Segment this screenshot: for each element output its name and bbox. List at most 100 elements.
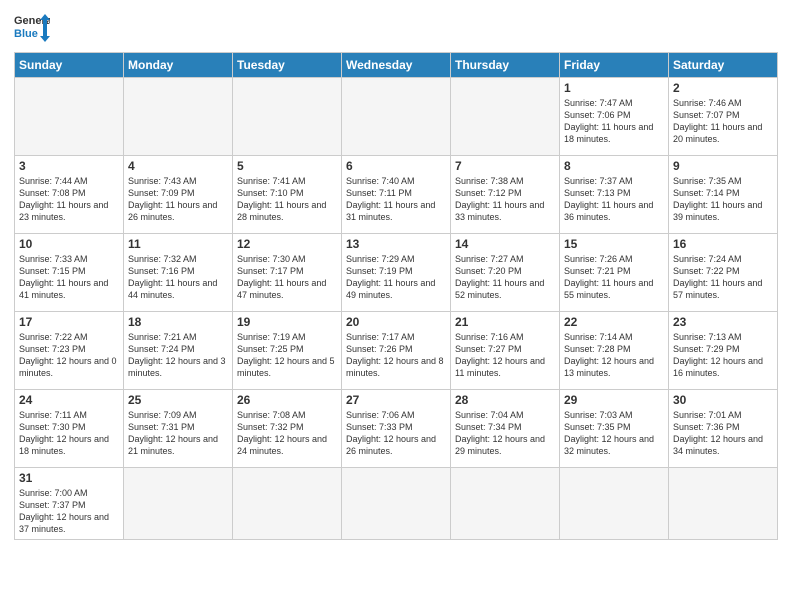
calendar-cell <box>233 78 342 156</box>
day-number: 6 <box>346 159 446 173</box>
col-header-tuesday: Tuesday <box>233 53 342 78</box>
calendar-cell <box>342 78 451 156</box>
calendar-cell: 28Sunrise: 7:04 AM Sunset: 7:34 PM Dayli… <box>451 390 560 468</box>
calendar-cell: 6 Sunrise: 7:40 AM Sunset: 7:11 PM Daylig… <box>342 156 451 234</box>
day-number: 7 <box>455 159 555 173</box>
calendar-cell <box>451 468 560 540</box>
day-info: Sunrise: 7:37 AM Sunset: 7:13 PM Dayligh… <box>564 175 664 224</box>
calendar-cell <box>124 468 233 540</box>
calendar-cell: 11Sunrise: 7:32 AM Sunset: 7:16 PM Dayli… <box>124 234 233 312</box>
calendar-cell: 2 Sunrise: 7:46 AM Sunset: 7:07 PM Daylig… <box>669 78 778 156</box>
day-info: Sunrise: 7:06 AM Sunset: 7:33 PM Dayligh… <box>346 409 446 458</box>
day-info: Sunrise: 7:21 AM Sunset: 7:24 PM Dayligh… <box>128 331 228 380</box>
day-info: Sunrise: 7:47 AM Sunset: 7:06 PM Dayligh… <box>564 97 664 146</box>
day-number: 30 <box>673 393 773 407</box>
day-info: Sunrise: 7:22 AM Sunset: 7:23 PM Dayligh… <box>19 331 119 380</box>
logo-icon: General Blue <box>14 10 50 46</box>
calendar-cell: 26 Sunrise: 7:08 AM Sunset: 7:32 PM Dayli… <box>233 390 342 468</box>
calendar-cell: 27 Sunrise: 7:06 AM Sunset: 7:33 PM Dayli… <box>342 390 451 468</box>
day-number: 16 <box>673 237 773 251</box>
calendar-cell <box>342 468 451 540</box>
calendar-cell: 3 Sunrise: 7:44 AM Sunset: 7:08 PM Daylig… <box>15 156 124 234</box>
day-info: Sunrise: 7:27 AM Sunset: 7:20 PM Dayligh… <box>455 253 555 302</box>
day-number: 19 <box>237 315 337 329</box>
day-info: Sunrise: 7:11 AM Sunset: 7:30 PM Dayligh… <box>19 409 119 458</box>
calendar-cell: 16 Sunrise: 7:24 AM Sunset: 7:22 PM Dayli… <box>669 234 778 312</box>
day-info: Sunrise: 7:46 AM Sunset: 7:07 PM Dayligh… <box>673 97 773 146</box>
day-number: 3 <box>19 159 119 173</box>
calendar-cell: 15Sunrise: 7:26 AM Sunset: 7:21 PM Dayli… <box>560 234 669 312</box>
col-header-monday: Monday <box>124 53 233 78</box>
day-info: Sunrise: 7:35 AM Sunset: 7:14 PM Dayligh… <box>673 175 773 224</box>
calendar-cell: 1Sunrise: 7:47 AM Sunset: 7:06 PM Daylig… <box>560 78 669 156</box>
calendar-cell: 21Sunrise: 7:16 AM Sunset: 7:27 PM Dayli… <box>451 312 560 390</box>
day-info: Sunrise: 7:08 AM Sunset: 7:32 PM Dayligh… <box>237 409 337 458</box>
calendar-cell: 20 Sunrise: 7:17 AM Sunset: 7:26 PM Dayli… <box>342 312 451 390</box>
calendar-cell: 4 Sunrise: 7:43 AM Sunset: 7:09 PM Daylig… <box>124 156 233 234</box>
calendar-cell: 5Sunrise: 7:41 AM Sunset: 7:10 PM Daylig… <box>233 156 342 234</box>
day-number: 27 <box>346 393 446 407</box>
header: General Blue <box>14 10 778 46</box>
logo: General Blue <box>14 10 50 46</box>
calendar-cell: 12Sunrise: 7:30 AM Sunset: 7:17 PM Dayli… <box>233 234 342 312</box>
day-info: Sunrise: 7:43 AM Sunset: 7:09 PM Dayligh… <box>128 175 228 224</box>
calendar-cell: 30 Sunrise: 7:01 AM Sunset: 7:36 PM Dayli… <box>669 390 778 468</box>
calendar-cell: 24 Sunrise: 7:11 AM Sunset: 7:30 PM Dayli… <box>15 390 124 468</box>
calendar-cell <box>560 468 669 540</box>
calendar-cell: 8Sunrise: 7:37 AM Sunset: 7:13 PM Daylig… <box>560 156 669 234</box>
calendar-cell <box>451 78 560 156</box>
week-row-3: 10Sunrise: 7:33 AM Sunset: 7:15 PM Dayli… <box>15 234 778 312</box>
day-number: 28 <box>455 393 555 407</box>
day-info: Sunrise: 7:16 AM Sunset: 7:27 PM Dayligh… <box>455 331 555 380</box>
day-number: 17 <box>19 315 119 329</box>
logo-container: General Blue <box>14 10 50 46</box>
day-number: 4 <box>128 159 228 173</box>
day-number: 18 <box>128 315 228 329</box>
day-info: Sunrise: 7:44 AM Sunset: 7:08 PM Dayligh… <box>19 175 119 224</box>
day-info: Sunrise: 7:14 AM Sunset: 7:28 PM Dayligh… <box>564 331 664 380</box>
day-number: 23 <box>673 315 773 329</box>
day-number: 5 <box>237 159 337 173</box>
day-number: 20 <box>346 315 446 329</box>
col-header-thursday: Thursday <box>451 53 560 78</box>
calendar-cell: 10Sunrise: 7:33 AM Sunset: 7:15 PM Dayli… <box>15 234 124 312</box>
day-info: Sunrise: 7:19 AM Sunset: 7:25 PM Dayligh… <box>237 331 337 380</box>
calendar-cell: 29 Sunrise: 7:03 AM Sunset: 7:35 PM Dayli… <box>560 390 669 468</box>
day-info: Sunrise: 7:17 AM Sunset: 7:26 PM Dayligh… <box>346 331 446 380</box>
svg-text:Blue: Blue <box>14 28 38 40</box>
day-number: 26 <box>237 393 337 407</box>
day-info: Sunrise: 7:09 AM Sunset: 7:31 PM Dayligh… <box>128 409 228 458</box>
calendar-cell: 9 Sunrise: 7:35 AM Sunset: 7:14 PM Daylig… <box>669 156 778 234</box>
week-row-6: 31Sunrise: 7:00 AM Sunset: 7:37 PM Dayli… <box>15 468 778 540</box>
day-info: Sunrise: 7:40 AM Sunset: 7:11 PM Dayligh… <box>346 175 446 224</box>
day-info: Sunrise: 7:03 AM Sunset: 7:35 PM Dayligh… <box>564 409 664 458</box>
calendar-cell: 19 Sunrise: 7:19 AM Sunset: 7:25 PM Dayli… <box>233 312 342 390</box>
col-header-saturday: Saturday <box>669 53 778 78</box>
calendar-cell <box>15 78 124 156</box>
day-number: 2 <box>673 81 773 95</box>
day-number: 11 <box>128 237 228 251</box>
calendar-cell: 18 Sunrise: 7:21 AM Sunset: 7:24 PM Dayli… <box>124 312 233 390</box>
day-number: 10 <box>19 237 119 251</box>
calendar-cell <box>233 468 342 540</box>
day-info: Sunrise: 7:38 AM Sunset: 7:12 PM Dayligh… <box>455 175 555 224</box>
day-number: 9 <box>673 159 773 173</box>
day-number: 29 <box>564 393 664 407</box>
col-header-wednesday: Wednesday <box>342 53 451 78</box>
day-info: Sunrise: 7:01 AM Sunset: 7:36 PM Dayligh… <box>673 409 773 458</box>
col-header-friday: Friday <box>560 53 669 78</box>
col-header-sunday: Sunday <box>15 53 124 78</box>
day-number: 15 <box>564 237 664 251</box>
day-number: 22 <box>564 315 664 329</box>
calendar-cell: 14Sunrise: 7:27 AM Sunset: 7:20 PM Dayli… <box>451 234 560 312</box>
day-number: 12 <box>237 237 337 251</box>
day-number: 13 <box>346 237 446 251</box>
calendar-cell <box>669 468 778 540</box>
day-info: Sunrise: 7:24 AM Sunset: 7:22 PM Dayligh… <box>673 253 773 302</box>
calendar-cell: 31Sunrise: 7:00 AM Sunset: 7:37 PM Dayli… <box>15 468 124 540</box>
week-row-2: 3 Sunrise: 7:44 AM Sunset: 7:08 PM Daylig… <box>15 156 778 234</box>
day-number: 31 <box>19 471 119 485</box>
calendar-cell: 22 Sunrise: 7:14 AM Sunset: 7:28 PM Dayli… <box>560 312 669 390</box>
day-number: 24 <box>19 393 119 407</box>
calendar-cell: 23Sunrise: 7:13 AM Sunset: 7:29 PM Dayli… <box>669 312 778 390</box>
